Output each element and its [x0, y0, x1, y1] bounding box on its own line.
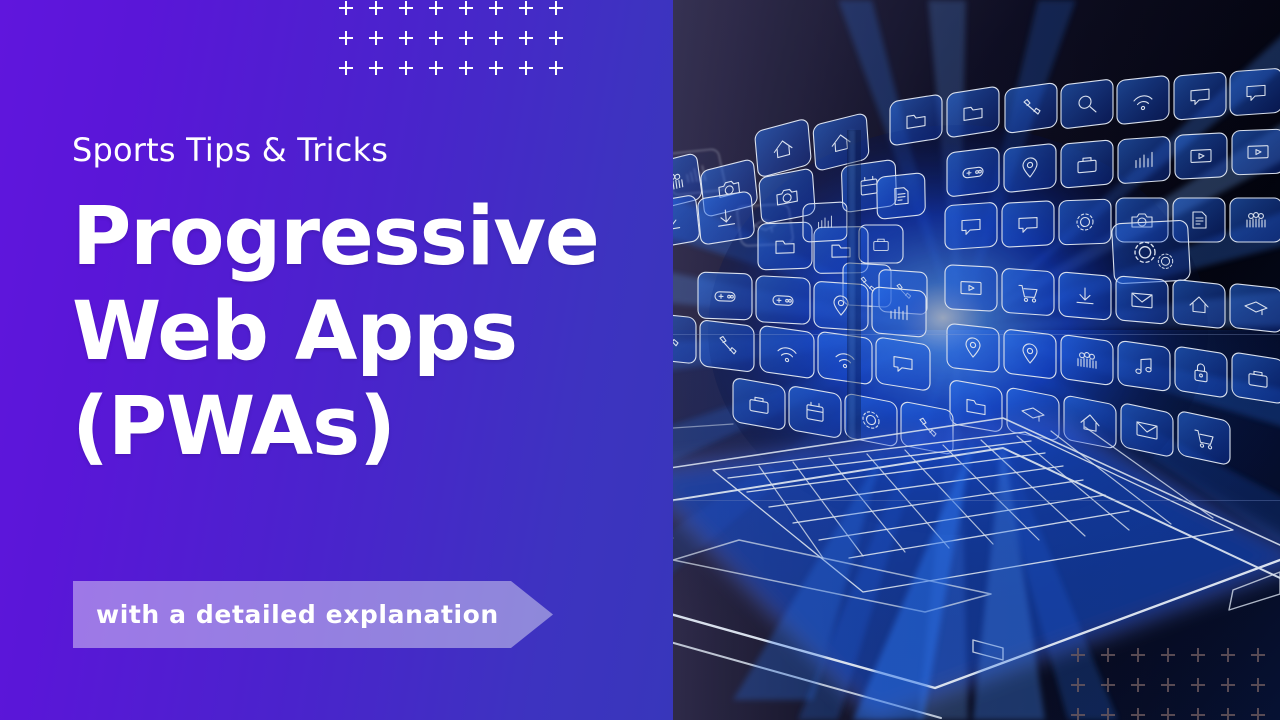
eyebrow-label: Sports Tips & Tricks [72, 131, 389, 169]
ribbon-banner: with a detailed explanation [73, 581, 553, 648]
photo-seam-upper [673, 334, 1280, 335]
page-title: Progressive Web Apps (PWAs) [72, 190, 632, 475]
photo-seam-lower [673, 500, 1280, 501]
ribbon-label: with a detailed explanation [96, 600, 499, 629]
slide-canvas: Sports Tips & Tricks Progressive Web App… [0, 0, 1280, 720]
right-image-panel [673, 0, 1280, 720]
headline-line-1: Progressive [72, 190, 600, 284]
headline-line-3: (PWAs) [72, 380, 396, 474]
tech-laptop-photo [673, 0, 1280, 720]
headline-line-2: Web Apps [72, 285, 518, 379]
left-content-panel: Sports Tips & Tricks Progressive Web App… [0, 0, 673, 720]
